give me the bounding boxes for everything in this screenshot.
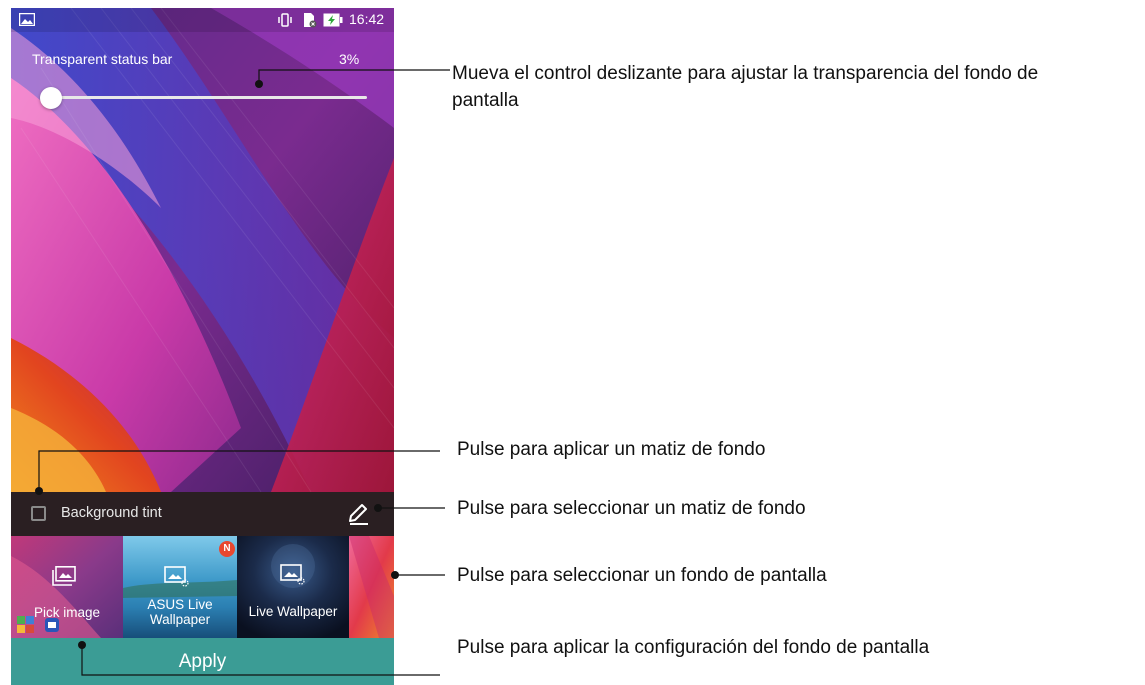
background-tint-checkbox[interactable] [31,506,46,521]
wallpaper-thumbnail[interactable] [349,536,394,638]
callout-wallpaper-select: Pulse para seleccionar un fondo de panta… [457,565,827,586]
callout-slider-line2: pantalla [452,90,519,111]
asus-live-wallpaper-label-line2: Wallpaper [149,612,211,627]
image-notification-icon [18,12,36,31]
slider-thumb[interactable] [40,87,62,109]
picture-icon [52,566,76,591]
transparency-slider[interactable] [40,87,367,109]
battery-charging-icon [323,13,343,32]
vibrate-icon [277,12,293,33]
app-icons-overlay [17,614,67,638]
clock: 16:42 [349,11,385,27]
phone-screen: 16:42 Transparent status bar 3% Backgrou… [11,8,394,685]
live-image-icon [280,564,306,591]
apply-button[interactable]: Apply [11,638,394,685]
transparency-label: Transparent status bar [32,51,173,67]
pick-image-option[interactable]: Pick image [11,536,123,638]
asus-live-wallpaper-label-line1: ASUS Live [147,597,213,612]
background-tint-label[interactable]: Background tint [61,505,162,521]
callout-apply-settings: Pulse para aplicar la configuración del … [457,637,930,658]
edit-tint-icon[interactable] [344,500,372,528]
live-wallpaper-label: Live Wallpaper [248,604,338,619]
callout-slider-line1: Mueva el control deslizante para ajustar… [452,63,1039,84]
transparency-value: 3% [339,51,360,67]
asus-live-wallpaper-option[interactable]: N ASUS Live Wallpaper [123,536,237,638]
background-tint-bar: Background tint [11,492,394,536]
live-wallpaper-option[interactable]: Live Wallpaper [237,536,349,638]
live-image-icon [164,566,190,593]
wallpaper-preview [11,8,394,492]
sim-card-icon [301,12,317,33]
callout-tint-apply: Pulse para aplicar un matiz de fondo [457,439,766,460]
new-badge: N [219,541,235,557]
callout-tint-select: Pulse para seleccionar un matiz de fondo [457,498,806,519]
wallpaper-picker: Pick image N ASUS Live Wallpaper Live Wa… [11,536,394,638]
status-bar: 16:42 [11,8,394,32]
